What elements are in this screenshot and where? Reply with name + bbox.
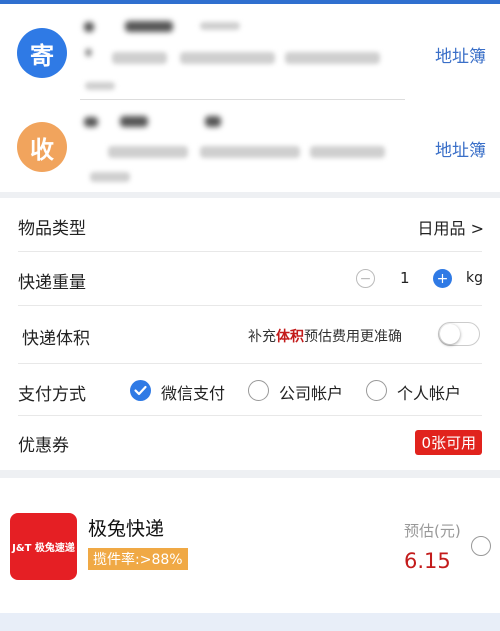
volume-hint-prefix: 补充	[248, 329, 276, 345]
weight-minus-button[interactable]: −	[356, 269, 375, 288]
courier-name: 极兔快递	[88, 518, 165, 540]
coupon-label: 优惠券	[18, 436, 69, 456]
receiver-address-book-link[interactable]: 地址簿	[435, 136, 486, 161]
toggle-knob	[440, 324, 460, 344]
radio-icon	[366, 380, 387, 401]
coupon-count-badge[interactable]: 0张可用	[415, 430, 482, 455]
receiver-avatar: 收	[17, 122, 67, 172]
weight-label: 快递重量	[18, 273, 86, 293]
volume-row: 快递体积 补充体积预估费用更准确	[0, 306, 500, 364]
pickup-rate-badge: 揽件率:>88%	[88, 548, 188, 570]
address-divider	[80, 99, 405, 100]
payment-option-label: 个人帐户	[397, 384, 462, 403]
weight-row: 快递重量 − 1 + kg	[0, 252, 500, 306]
payment-option-label: 微信支付	[161, 384, 226, 403]
radio-icon	[248, 380, 269, 401]
receiver-info[interactable]	[80, 104, 405, 189]
address-section: 寄 地址簿 收 地址簿	[0, 4, 500, 192]
sender-avatar-label: 寄	[30, 41, 54, 70]
payment-label: 支付方式	[18, 385, 86, 405]
item-type-label: 物品类型	[18, 219, 86, 239]
weight-value: 1	[400, 269, 410, 287]
courier-option-card[interactable]: J&T 极兔速递 极兔快递 揽件率:>88% 预估(元) 6.15	[0, 478, 500, 613]
payment-row: 支付方式 微信支付 公司帐户 个人帐户	[0, 364, 500, 416]
payment-option-label: 公司帐户	[279, 384, 344, 403]
receiver-avatar-label: 收	[30, 135, 54, 164]
sender-info[interactable]	[80, 12, 405, 100]
jt-express-logo: J&T 极兔速递	[10, 513, 77, 580]
minus-icon: −	[359, 270, 372, 287]
volume-hint: 补充体积预估费用更准确	[248, 326, 402, 346]
volume-hint-suffix: 预估费用更准确	[304, 329, 402, 345]
volume-label: 快递体积	[22, 329, 90, 349]
check-icon	[130, 380, 151, 401]
estimated-price: 6.15	[404, 549, 451, 573]
bottom-bar	[0, 613, 500, 631]
coupon-row[interactable]: 优惠券 0张可用	[0, 416, 500, 470]
item-type-row[interactable]: 物品类型 日用品 >	[0, 198, 500, 252]
courier-select-radio[interactable]	[471, 536, 491, 556]
weight-unit: kg	[466, 270, 483, 286]
logo-text: J&T 极兔速递	[12, 543, 75, 554]
volume-toggle[interactable]	[438, 322, 480, 346]
item-type-value[interactable]: 日用品 >	[418, 215, 485, 239]
sender-avatar: 寄	[17, 28, 67, 78]
estimate-label: 预估(元)	[404, 522, 461, 540]
plus-icon: +	[436, 270, 449, 287]
weight-plus-button[interactable]: +	[433, 269, 452, 288]
sender-address-book-link[interactable]: 地址簿	[435, 42, 486, 67]
volume-hint-highlight: 体积	[276, 329, 304, 345]
shipment-form: 物品类型 日用品 > 快递重量 − 1 + kg 快递体积 补充体积预估费用更准…	[0, 198, 500, 470]
